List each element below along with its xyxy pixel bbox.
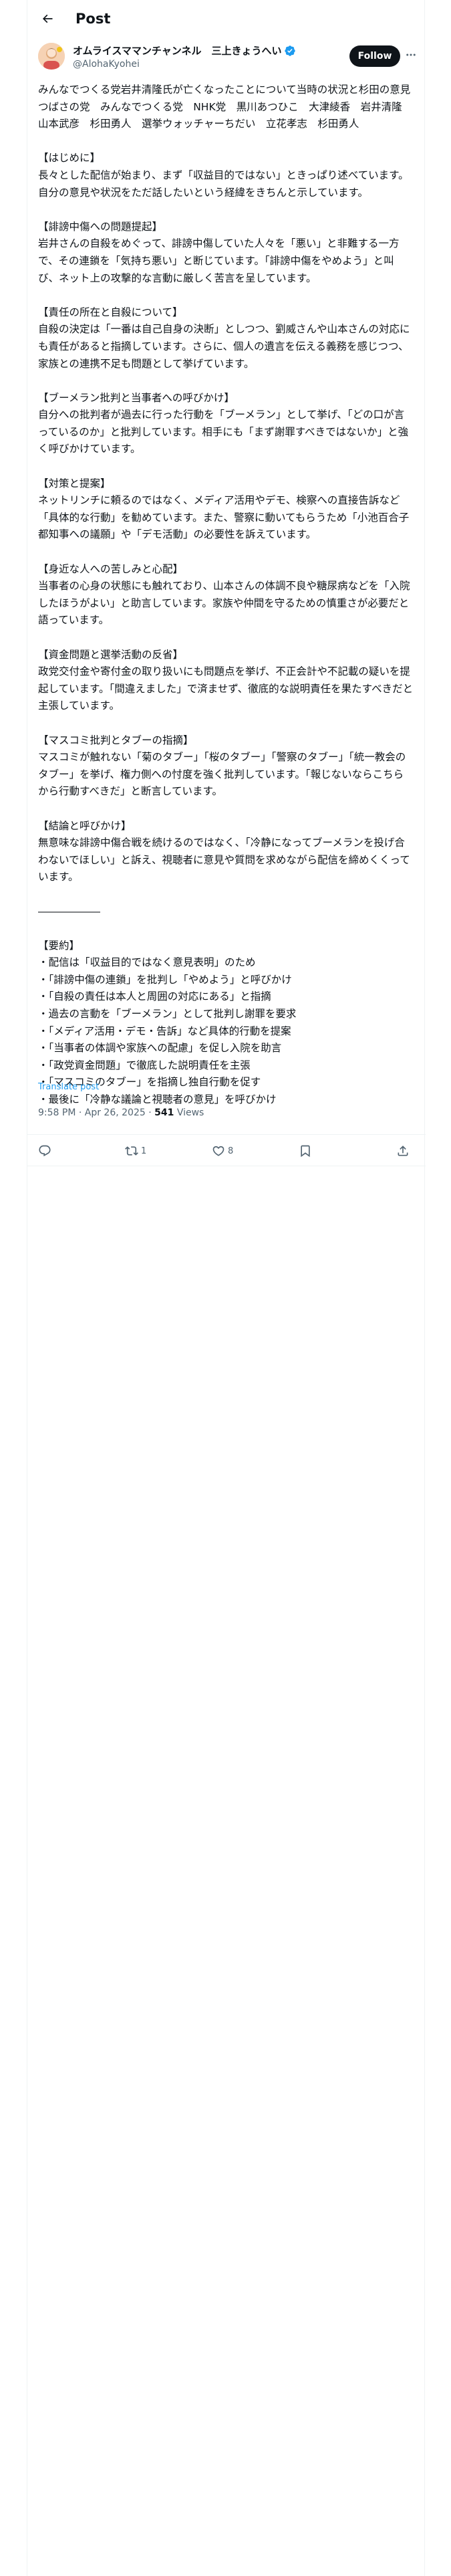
post-text: みんなでつくる党岩井清隆氏が亡くなったことについて当時の状況と杉田の意見 つばさ…: [38, 84, 414, 1106]
reply-icon: [39, 1145, 51, 1157]
follow-button[interactable]: Follow: [349, 45, 400, 67]
more-button[interactable]: [404, 48, 418, 62]
avatar[interactable]: [38, 43, 65, 70]
more-horizontal-icon: [406, 53, 416, 56]
reply-button[interactable]: [38, 1143, 51, 1159]
bookmark-button[interactable]: [299, 1143, 312, 1159]
views-label: Views: [176, 1107, 204, 1118]
like-count: 8: [228, 1146, 234, 1156]
repost-count: 1: [141, 1146, 147, 1156]
repost-icon: [125, 1146, 138, 1156]
avatar-image: [38, 43, 65, 70]
share-icon: [398, 1146, 408, 1156]
author-row: オムライスママンチャンネル 三上きょうへい @AlohaKyohei Follo…: [38, 43, 418, 75]
back-button[interactable]: [38, 9, 57, 28]
post-meta: 9:58 PM · Apr 26, 2025 · 541 Views: [38, 1106, 204, 1119]
arrow-left-icon: [42, 14, 53, 23]
author-name[interactable]: オムライスママンチャンネル 三上きょうへい: [73, 44, 281, 58]
share-button[interactable]: [396, 1143, 410, 1159]
author-name-line: オムライスママンチャンネル 三上きょうへい: [73, 44, 296, 58]
action-bar: 1 8: [27, 1134, 426, 1166]
views-count[interactable]: 541: [154, 1107, 174, 1118]
repost-button[interactable]: 1: [125, 1143, 146, 1159]
like-button[interactable]: 8: [212, 1143, 233, 1159]
author-handle[interactable]: @AlohaKyohei: [73, 58, 140, 70]
top-bar: Post: [27, 0, 426, 37]
bookmark-icon: [301, 1145, 310, 1158]
translate-post-link[interactable]: Translate post: [38, 1081, 99, 1093]
heart-icon: [212, 1146, 224, 1156]
main-column: Post オムライスママンチャンネル 三上きょうへい @AlohaKyohei …: [27, 0, 426, 2576]
meta-separator: ·: [145, 1107, 155, 1118]
post-timestamp[interactable]: 9:58 PM · Apr 26, 2025: [38, 1107, 146, 1118]
page-title: Post: [76, 11, 111, 27]
verified-badge-icon: [285, 45, 296, 56]
